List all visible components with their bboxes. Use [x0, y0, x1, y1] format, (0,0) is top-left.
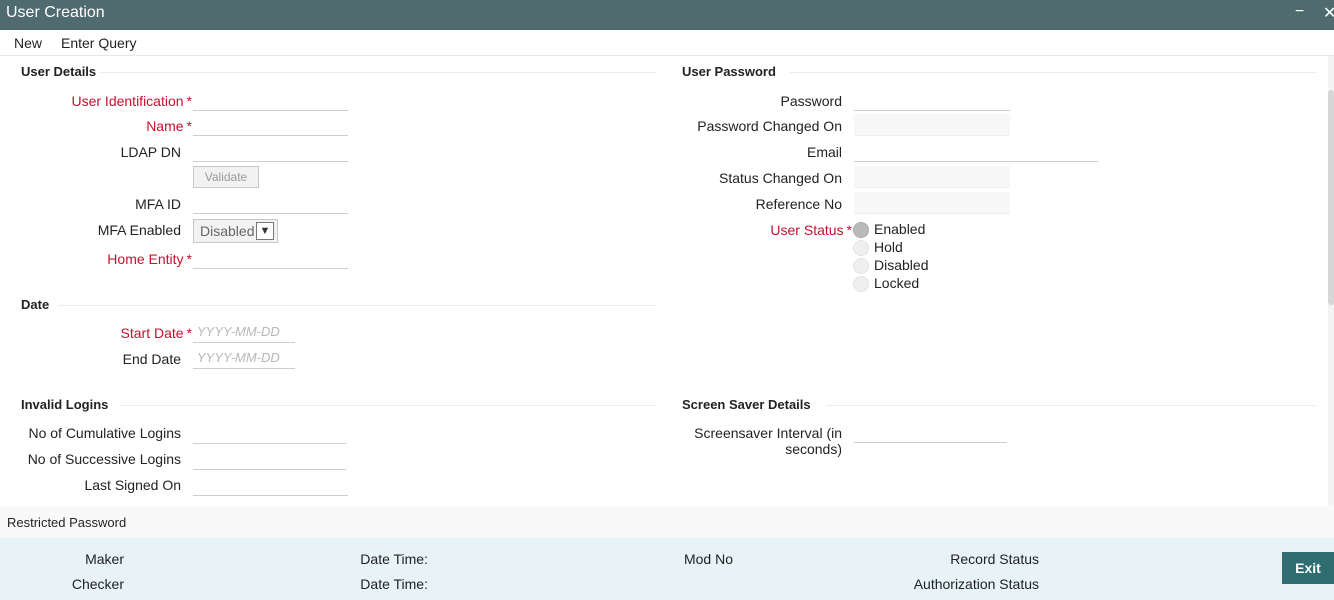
home-entity-input[interactable] — [193, 247, 348, 269]
restricted-password-bar[interactable]: Restricted Password — [0, 506, 1334, 538]
user-identification-input[interactable] — [193, 89, 348, 111]
cumulative-logins-input[interactable] — [193, 422, 346, 444]
mfa-enabled-select[interactable]: Disabled ▼ — [193, 219, 278, 243]
maker-date-time-label: Date Time: — [360, 551, 428, 567]
screensaver-interval-label: Screensaver Interval (in seconds) — [694, 425, 842, 457]
toolbar: New Enter Query — [0, 30, 1334, 56]
end-date-input[interactable] — [193, 347, 295, 369]
name-label: Name * — [146, 118, 192, 134]
screensaver-interval-input[interactable] — [854, 421, 1007, 443]
mfa-id-label: MFA ID — [135, 196, 181, 212]
checker-label: Checker — [71, 576, 124, 592]
email-input[interactable] — [854, 140, 1098, 162]
maker-label: Maker — [85, 551, 124, 567]
validate-button[interactable]: Validate — [193, 166, 259, 188]
scrollbar-thumb[interactable] — [1328, 90, 1334, 305]
radio-unselected-icon — [853, 258, 869, 274]
radio-selected-icon — [853, 222, 869, 238]
section-user-details: User Details — [21, 64, 97, 79]
section-divider — [790, 72, 1316, 73]
start-date-label: Start Date * — [120, 325, 192, 341]
mfa-enabled-label: MFA Enabled — [97, 222, 181, 238]
successive-logins-input[interactable] — [193, 448, 346, 470]
ldap-dn-input[interactable] — [193, 140, 348, 162]
user-identification-label: User Identification * — [71, 93, 192, 109]
close-icon[interactable]: ✕ — [1323, 3, 1334, 23]
section-user-password: User Password — [682, 64, 776, 79]
mfa-enabled-value: Disabled — [200, 223, 255, 239]
status-changed-on-label: Status Changed On — [719, 170, 842, 186]
radio-unselected-icon — [853, 276, 869, 292]
start-date-input[interactable] — [193, 321, 295, 343]
cumulative-logins-label: No of Cumulative Logins — [28, 425, 181, 441]
mod-no-label: Mod No — [683, 551, 733, 567]
user-status-label: User Status * — [770, 222, 852, 238]
window-title: User Creation — [6, 4, 105, 21]
section-screen-saver: Screen Saver Details — [682, 397, 811, 412]
checker-date-time-label: Date Time: — [360, 576, 428, 592]
section-date: Date — [21, 297, 50, 312]
window-titlebar: User Creation − ✕ — [0, 0, 1334, 30]
email-label: Email — [806, 144, 842, 160]
ldap-dn-label: LDAP DN — [120, 144, 181, 160]
name-input[interactable] — [193, 114, 348, 136]
minimize-icon[interactable]: − — [1295, 3, 1304, 21]
section-divider — [120, 405, 656, 406]
password-label: Password — [780, 93, 842, 109]
chevron-down-icon: ▼ — [256, 222, 274, 240]
home-entity-label: Home Entity * — [107, 251, 192, 267]
password-input[interactable] — [854, 89, 1010, 111]
last-signed-on-label: Last Signed On — [84, 477, 181, 493]
reference-no-label: Reference No — [755, 196, 842, 212]
end-date-label: End Date — [122, 351, 181, 367]
mfa-id-input[interactable] — [193, 192, 348, 214]
radio-unselected-icon — [853, 240, 869, 256]
password-changed-on-field — [854, 114, 1010, 136]
record-status-label: Record Status — [950, 551, 1039, 567]
section-invalid-logins: Invalid Logins — [21, 397, 109, 412]
enter-query-button[interactable]: Enter Query — [61, 35, 136, 51]
password-changed-on-label: Password Changed On — [697, 118, 842, 134]
audit-footer: Maker Checker Date Time: Date Time: Mod … — [0, 538, 1334, 600]
status-changed-on-field — [854, 166, 1010, 188]
section-divider — [826, 405, 1316, 406]
restricted-password-link[interactable]: Restricted Password — [7, 515, 126, 530]
section-divider — [100, 72, 656, 73]
authorization-status-label: Authorization Status — [913, 576, 1039, 592]
successive-logins-label: No of Successive Logins — [27, 451, 181, 467]
new-button[interactable]: New — [14, 35, 42, 51]
section-divider — [58, 305, 656, 306]
reference-no-field — [854, 192, 1010, 214]
exit-button[interactable]: Exit — [1282, 552, 1334, 584]
form-content: User Details User Identification * Name * … — [0, 56, 1328, 506]
last-signed-on-input[interactable] — [193, 474, 348, 496]
